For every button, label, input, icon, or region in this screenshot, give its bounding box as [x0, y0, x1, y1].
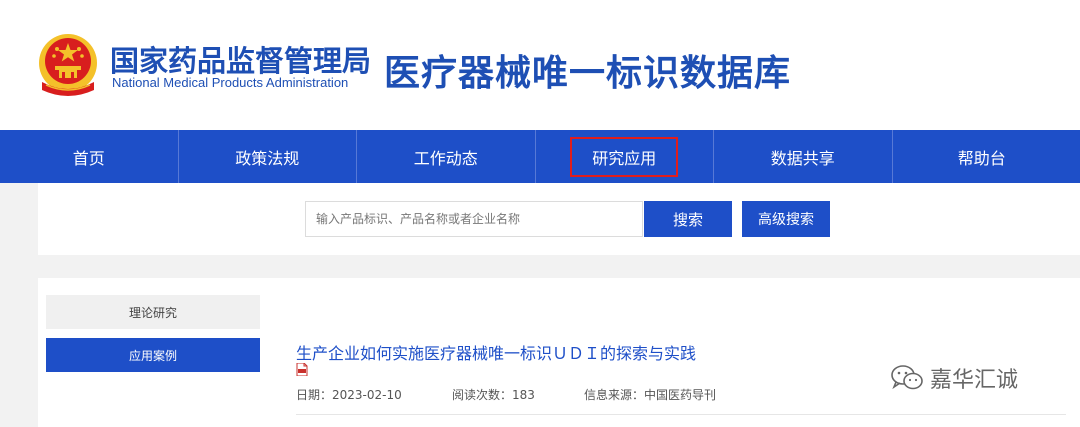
search-input[interactable] — [305, 201, 643, 237]
nav-item-label: 帮助台 — [957, 148, 1006, 168]
divider — [296, 414, 1066, 415]
article-date: 日期：2023-02-10 — [296, 388, 402, 402]
search-button[interactable]: 搜索 — [644, 201, 732, 237]
article-source: 信息来源：中国医药导刊 — [584, 388, 717, 402]
org-name-en: National Medical Products Administration — [112, 75, 349, 90]
site-header: 国家药品监督管理局 National Medical Products Admi… — [0, 0, 1080, 130]
article-title-link[interactable]: 生产企业如何实施医疗器械唯一标识ＵＤＩ的探索与实践 — [296, 340, 696, 364]
nav-item-label: 数据共享 — [770, 148, 835, 168]
nav-item-label: 研究应用 — [570, 136, 679, 177]
nav-item-label: 政策法规 — [235, 148, 300, 168]
site-title: 医疗器械唯一标识数据库 — [384, 53, 792, 94]
sidebar-item-theory[interactable]: 理论研究 — [46, 295, 260, 329]
content-panel: 理论研究 应用案例 生产企业如何实施医疗器械唯一标识ＵＤＩ的探索与实践 日期：2… — [38, 278, 1080, 427]
nav-item-label: 工作动态 — [413, 148, 478, 168]
sidebar-item-cases[interactable]: 应用案例 — [46, 338, 260, 372]
nav-item-label: 首页 — [72, 148, 105, 168]
nav-item-data-share[interactable]: 数据共享 — [714, 130, 893, 183]
nav-item-work-news[interactable]: 工作动态 — [357, 130, 536, 183]
nav-item-help[interactable]: 帮助台 — [893, 130, 1072, 183]
watermark: 嘉华汇诚 — [890, 362, 1018, 394]
article-read-count: 阅读次数：183 — [452, 388, 535, 402]
org-name-cn: 国家药品监督管理局 — [110, 44, 372, 78]
main-nav: 首页 政策法规 工作动态 研究应用 数据共享 帮助台 — [0, 130, 1080, 183]
nav-item-home[interactable]: 首页 — [0, 130, 179, 183]
wechat-icon — [891, 365, 923, 390]
advanced-search-button[interactable]: 高级搜索 — [742, 201, 830, 237]
nav-item-research[interactable]: 研究应用 — [536, 130, 714, 183]
national-emblem-icon — [39, 34, 97, 96]
watermark-text: 嘉华汇诚 — [930, 368, 1019, 393]
search-panel: 搜索 高级搜索 — [38, 183, 1080, 255]
pdf-icon[interactable] — [296, 363, 308, 376]
nav-item-policy[interactable]: 政策法规 — [179, 130, 357, 183]
